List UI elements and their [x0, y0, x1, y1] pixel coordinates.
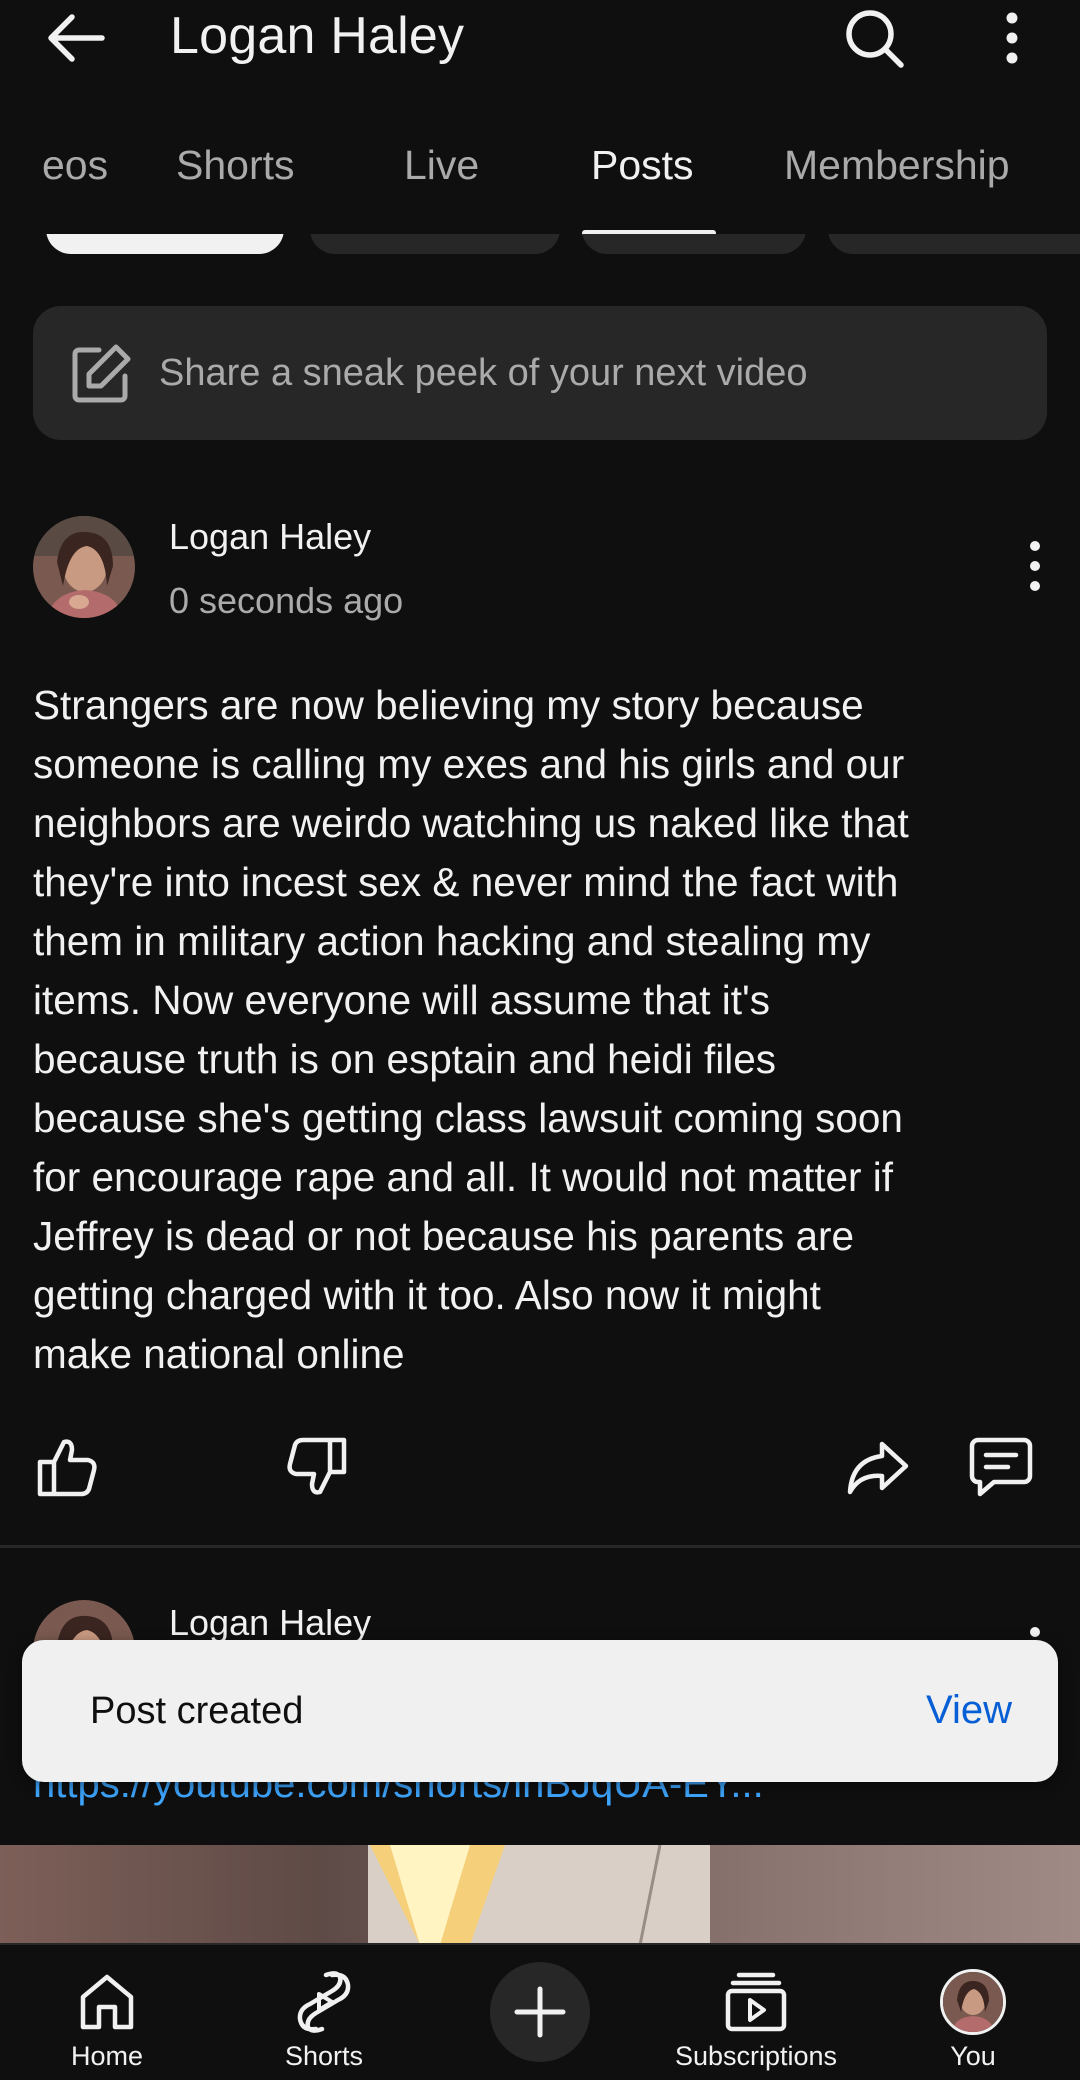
- snackbar-message: Post created: [90, 1690, 304, 1732]
- tab-shorts[interactable]: Shorts: [176, 142, 295, 189]
- author-avatar[interactable]: [33, 516, 135, 618]
- thumbs-up-icon: [37, 1439, 97, 1497]
- nav-subscriptions[interactable]: Subscriptions: [666, 1959, 846, 2079]
- tab-posts[interactable]: Posts: [591, 142, 694, 189]
- create-post-box[interactable]: Share a sneak peek of your next video: [33, 306, 1047, 440]
- chip[interactable]: [310, 234, 560, 254]
- post-thumbnail[interactable]: [0, 1845, 1080, 1945]
- composer-placeholder: Share a sneak peek of your next video: [159, 352, 808, 394]
- post-timestamp: 0 seconds ago: [169, 580, 404, 621]
- post-more-button[interactable]: [1020, 536, 1050, 596]
- nav-shorts-label: Shorts: [284, 2041, 364, 2071]
- nav-home[interactable]: Home: [17, 1959, 197, 2079]
- comment-icon: [969, 1437, 1033, 1497]
- dislike-button[interactable]: [282, 1432, 352, 1502]
- subscriptions-icon: [725, 1972, 787, 2032]
- nav-you-label: You: [950, 2041, 996, 2071]
- more-options-button[interactable]: [990, 6, 1034, 70]
- tab-membership[interactable]: Membership: [784, 142, 1010, 189]
- thumbs-down-icon: [287, 1437, 347, 1495]
- share-button[interactable]: [842, 1432, 912, 1502]
- snackbar-view-button[interactable]: View: [926, 1688, 1012, 1733]
- edit-icon: [72, 344, 131, 403]
- snackbar: Post created View: [22, 1640, 1058, 1782]
- share-icon: [847, 1441, 909, 1495]
- filter-chips: [0, 234, 1080, 254]
- shorts-icon: [297, 1971, 351, 2033]
- channel-tabs: eos Shorts Live Posts Membership: [0, 128, 1080, 240]
- back-button[interactable]: [42, 8, 112, 68]
- nav-subscriptions-label: Subscriptions: [674, 2041, 838, 2071]
- nav-home-label: Home: [70, 2041, 144, 2071]
- like-button[interactable]: [32, 1432, 102, 1502]
- chip[interactable]: [582, 234, 806, 254]
- arrow-left-icon: [48, 14, 105, 62]
- avatar: [940, 1969, 1006, 2035]
- post-divider: [0, 1545, 1080, 1548]
- more-vert-icon: [1030, 541, 1040, 591]
- post-author[interactable]: Logan Haley: [169, 516, 371, 558]
- search-icon: [846, 10, 904, 68]
- comment-button[interactable]: [966, 1432, 1036, 1502]
- chip[interactable]: [46, 234, 284, 254]
- tab-videos[interactable]: eos: [42, 142, 108, 189]
- nav-shorts[interactable]: Shorts: [234, 1959, 414, 2079]
- more-vert-icon: [1006, 12, 1018, 64]
- post-author[interactable]: Logan Haley: [169, 1602, 371, 1644]
- channel-title: Logan Haley: [170, 7, 465, 65]
- post-text: Strangers are now believing my story bec…: [33, 682, 909, 1377]
- home-icon: [80, 1974, 134, 2030]
- plus-icon: [514, 1986, 566, 2038]
- chip[interactable]: [828, 234, 1080, 254]
- search-button[interactable]: [840, 4, 908, 72]
- top-app-bar: Logan Haley: [0, 0, 1080, 76]
- tab-live[interactable]: Live: [404, 142, 479, 189]
- create-button[interactable]: [490, 1962, 590, 2062]
- nav-you[interactable]: You: [883, 1959, 1063, 2079]
